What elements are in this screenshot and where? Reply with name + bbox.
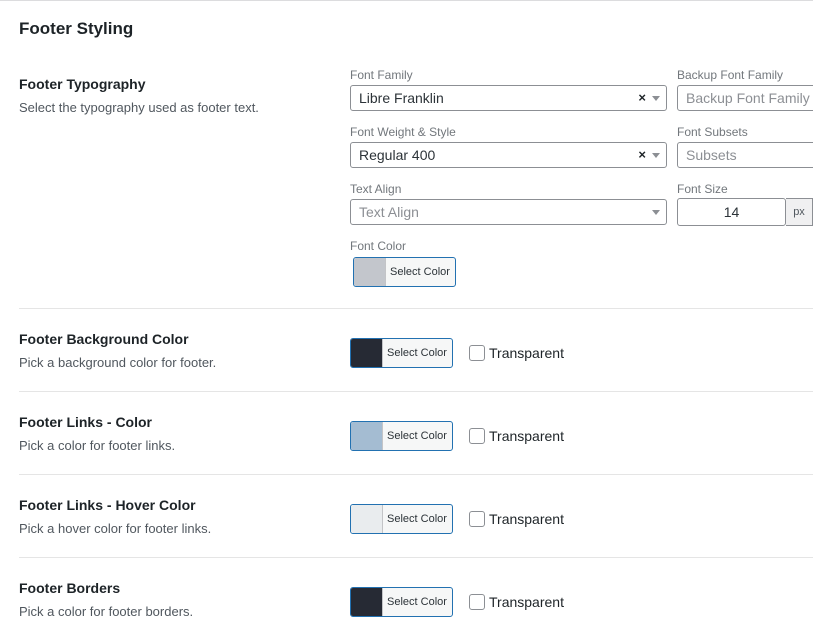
top-divider [0, 0, 813, 1]
chevron-down-icon [652, 96, 660, 101]
chevron-down-icon [652, 210, 660, 215]
footer-links-hover-color-description: Pick a hover color for footer links. [19, 521, 212, 536]
font-color-button[interactable]: Select Color [353, 257, 456, 287]
footer-background-color-button[interactable]: Select Color [350, 338, 453, 368]
transparent-checkbox[interactable] [469, 594, 485, 610]
clear-icon[interactable]: × [638, 143, 646, 167]
select-color-label: Select Color [390, 266, 450, 278]
text-align-placeholder: Text Align [359, 204, 419, 220]
font-family-select[interactable]: Libre Franklin × [350, 85, 667, 111]
footer-links-color-button[interactable]: Select Color [350, 421, 453, 451]
footer-typography-description: Select the typography used as footer tex… [19, 100, 259, 115]
text-align-label: Text Align [350, 182, 402, 196]
backup-font-family-placeholder: Backup Font Family [686, 90, 810, 106]
chevron-down-icon [652, 153, 660, 158]
footer-links-color-description: Pick a color for footer links. [19, 438, 176, 453]
font-weight-value: Regular 400 [359, 147, 436, 163]
text-align-select[interactable]: Text Align [350, 199, 667, 225]
font-subsets-placeholder: Subsets [686, 147, 737, 163]
select-color-label: Select Color [387, 430, 447, 442]
font-size-input[interactable]: 14 [677, 198, 786, 226]
footer-links-color-swatch [351, 422, 383, 450]
row-divider [19, 308, 813, 309]
font-subsets-select[interactable]: Subsets [677, 142, 813, 168]
footer-typography-title: Footer Typography [19, 76, 146, 92]
transparent-checkbox[interactable] [469, 428, 485, 444]
transparent-label: Transparent [489, 594, 564, 610]
font-family-value: Libre Franklin [359, 90, 444, 106]
backup-font-family-select[interactable]: Backup Font Family [677, 85, 813, 111]
font-family-label: Font Family [350, 68, 413, 82]
clear-icon[interactable]: × [638, 86, 646, 110]
font-size-label: Font Size [677, 182, 728, 196]
footer-borders-color-button[interactable]: Select Color [350, 587, 453, 617]
font-color-swatch [354, 258, 386, 286]
footer-links-hover-color-button[interactable]: Select Color [350, 504, 453, 534]
footer-background-color-title: Footer Background Color [19, 331, 189, 347]
footer-background-color-description: Pick a background color for footer. [19, 355, 217, 370]
section-title: Footer Styling [19, 19, 134, 38]
font-subsets-label: Font Subsets [677, 125, 748, 139]
row-divider [19, 557, 813, 558]
footer-links-color-title: Footer Links - Color [19, 414, 152, 430]
row-divider [19, 391, 813, 392]
transparent-label: Transparent [489, 511, 564, 527]
footer-borders-color-swatch [351, 588, 383, 616]
footer-background-color-swatch [351, 339, 383, 367]
font-color-label: Font Color [350, 239, 407, 253]
transparent-label: Transparent [489, 428, 564, 444]
transparent-label: Transparent [489, 345, 564, 361]
transparent-checkbox[interactable] [469, 511, 485, 527]
footer-borders-description: Pick a color for footer borders. [19, 604, 194, 619]
select-color-label: Select Color [387, 347, 447, 359]
footer-links-hover-color-title: Footer Links - Hover Color [19, 497, 196, 513]
select-color-label: Select Color [387, 513, 447, 525]
backup-font-family-label: Backup Font Family [677, 68, 784, 82]
font-weight-label: Font Weight & Style [350, 125, 456, 139]
footer-borders-title: Footer Borders [19, 580, 121, 596]
font-size-unit: px [786, 198, 813, 226]
transparent-checkbox[interactable] [469, 345, 485, 361]
footer-links-hover-color-swatch [351, 505, 383, 533]
font-weight-select[interactable]: Regular 400 × [350, 142, 667, 168]
select-color-label: Select Color [387, 596, 447, 608]
row-divider [19, 474, 813, 475]
